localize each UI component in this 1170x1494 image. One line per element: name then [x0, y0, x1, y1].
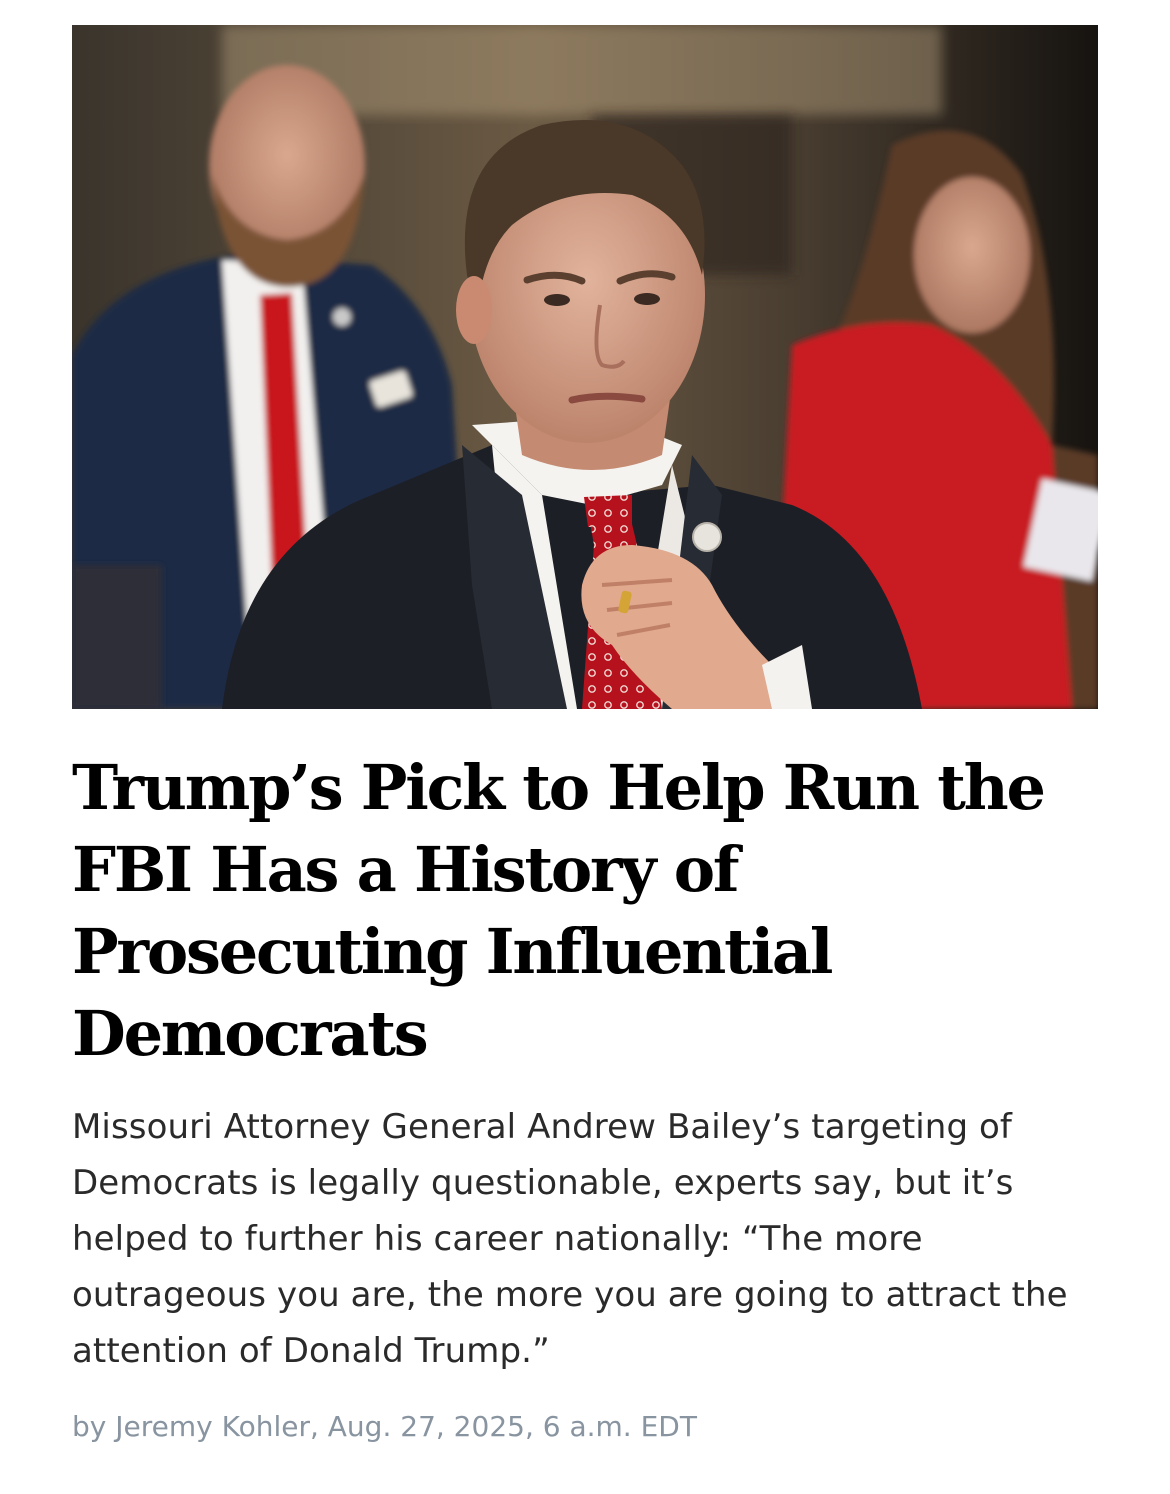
- article-headline[interactable]: Trump’s Pick to Help Run the FBI Has a H…: [72, 709, 1098, 1075]
- byline-prefix: by: [72, 1410, 107, 1443]
- hero-photo[interactable]: [72, 25, 1098, 709]
- article-byline: by Jeremy Kohler, Aug. 27, 2025, 6 a.m. …: [72, 1407, 1098, 1447]
- article-card[interactable]: Trump’s Pick to Help Run the FBI Has a H…: [72, 25, 1098, 1447]
- byline-separator: ,: [309, 1410, 319, 1443]
- hero-photo-illustration: [72, 25, 1098, 709]
- article-dek: Missouri Attorney General Andrew Bailey’…: [72, 1107, 1068, 1371]
- author-link[interactable]: Jeremy Kohler: [115, 1410, 310, 1443]
- publish-date: Aug. 27, 2025, 6 a.m. EDT: [327, 1410, 697, 1443]
